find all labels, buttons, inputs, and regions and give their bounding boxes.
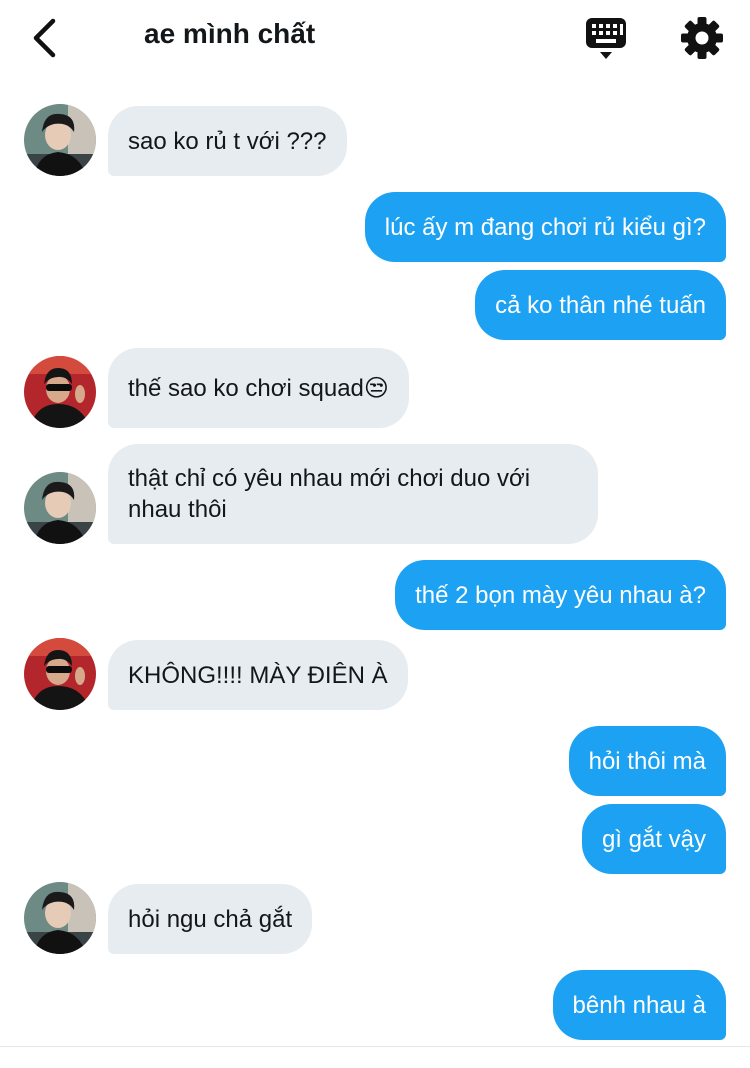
incoming-message-bubble[interactable]: thế sao ko chơi squad😒 [108,348,409,428]
incoming-message-bubble[interactable]: hỏi ngu chả gắt [108,884,313,954]
conversation-header: ae mình chất [0,0,750,78]
gear-icon [681,17,723,59]
incoming-message-bubble[interactable]: thật chỉ có yêu nhau mới chơi duo với nh… [108,444,598,544]
outgoing-message-bubble[interactable]: bênh nhau à [552,970,726,1040]
outgoing-message-bubble[interactable]: gì gắt vậy [581,804,726,874]
conversation-title: ae mình chất [144,18,316,49]
avatar[interactable] [24,882,96,954]
incoming-message-bubble[interactable]: sao ko rủ t với ??? [108,106,347,176]
avatar[interactable] [24,104,96,176]
profile-photo-avatar-a [24,882,96,954]
avatar[interactable] [24,356,96,428]
profile-photo-avatar-b [24,356,96,428]
profile-photo-avatar-a [24,104,96,176]
chevron-left-icon [33,18,56,58]
outgoing-message-bubble[interactable]: lúc ấy m đang chơi rủ kiểu gì? [364,192,726,262]
keyboard-button[interactable] [582,16,630,62]
composer-divider [0,1046,750,1047]
outgoing-message-bubble[interactable]: cả ko thân nhé tuấn [475,270,726,340]
incoming-message-bubble[interactable]: KHÔNG!!!! MÀY ĐIÊN À [108,640,408,710]
outgoing-message-bubble[interactable]: hỏi thôi mà [568,726,726,796]
avatar[interactable] [24,472,96,544]
profile-photo-avatar-b [24,638,96,710]
settings-button[interactable] [680,16,724,60]
outgoing-message-bubble[interactable]: thế 2 bọn mày yêu nhau à? [395,560,726,630]
keyboard-icon [586,18,626,59]
back-button[interactable] [22,14,66,62]
avatar[interactable] [24,638,96,710]
profile-photo-avatar-a [24,472,96,544]
